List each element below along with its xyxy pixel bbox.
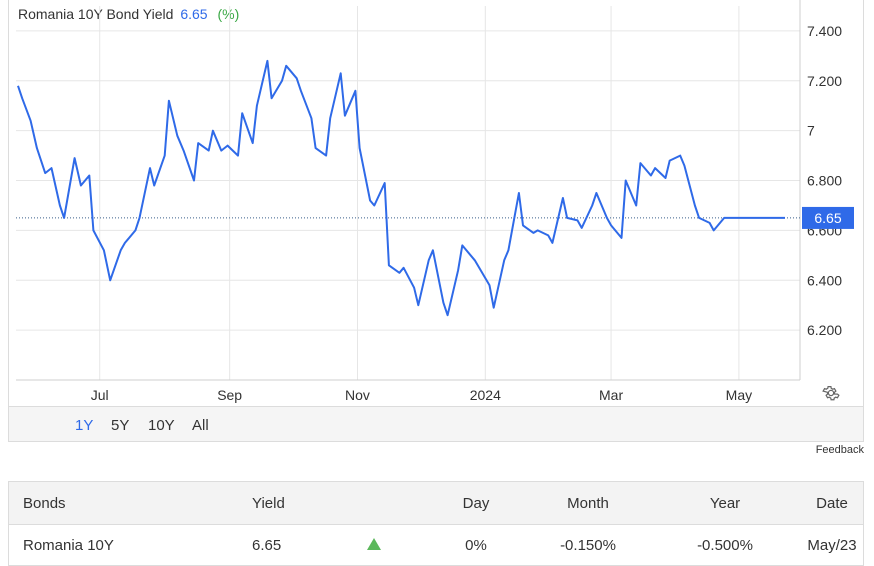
up-arrow-icon — [367, 537, 381, 550]
yield-line-chart[interactable]: 6.2006.4006.6006.80077.2007.400Jul Sep Nov… — [0, 0, 874, 406]
col-day[interactable]: Day — [425, 481, 527, 525]
y-tick-label: 6.200 — [807, 322, 842, 338]
x-tick-label: Nov — [345, 387, 370, 403]
y-tick-label: 7 — [807, 123, 815, 139]
y-tick-label: 7.400 — [807, 23, 842, 39]
table-header-row: Bonds Yield Day Month Year Date — [8, 481, 864, 525]
range-all-button[interactable]: All — [192, 417, 209, 434]
col-bonds[interactable]: Bonds — [8, 481, 214, 525]
gear-icon[interactable] — [822, 384, 840, 402]
y-tick-label: 6.400 — [807, 272, 842, 288]
y-tick-label: 7.200 — [807, 73, 842, 89]
y-tick-label: 6.800 — [807, 173, 842, 189]
col-direction — [323, 481, 425, 525]
range-selector: 1Y 5Y 10Y All — [8, 406, 864, 442]
range-5y-button[interactable]: 5Y — [111, 417, 129, 434]
x-tick-label: May — [726, 387, 752, 403]
x-tick-label: Sep — [217, 387, 242, 403]
bonds-table: Bonds Yield Day Month Year Date Romania … — [8, 481, 864, 566]
bond-date: May/23 — [807, 536, 857, 554]
range-10y-button[interactable]: 10Y — [148, 417, 175, 434]
x-tick-label: Mar — [599, 387, 623, 403]
last-value-label: 6.65 — [814, 210, 841, 226]
table-row[interactable]: Romania 10Y 6.65 0% -0.150% -0.500% May/… — [9, 525, 864, 566]
x-tick-label: 2024 — [470, 387, 501, 403]
bond-day-change: 0% — [465, 536, 487, 554]
range-1y-button[interactable]: 1Y — [75, 417, 93, 434]
col-month[interactable]: Month — [527, 481, 649, 525]
feedback-link[interactable]: Feedback — [816, 444, 864, 456]
col-date[interactable]: Date — [801, 481, 864, 525]
x-tick-label: Jul — [91, 387, 109, 403]
bond-month-change: -0.150% — [560, 536, 616, 554]
bond-year-change: -0.500% — [697, 536, 753, 554]
bond-name[interactable]: Romania 10Y — [9, 525, 215, 566]
col-yield[interactable]: Yield — [214, 481, 323, 525]
col-year[interactable]: Year — [649, 481, 801, 525]
bond-yield: 6.65 — [252, 536, 282, 554]
yield-series-line — [17, 59, 785, 317]
